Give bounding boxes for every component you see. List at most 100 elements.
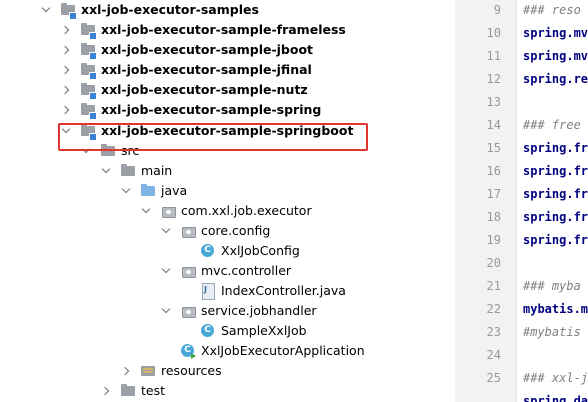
tree-item-label: IndexController.java	[221, 283, 346, 298]
line-number: 9	[493, 3, 501, 17]
package-icon	[180, 221, 196, 241]
line-number: 12	[486, 72, 501, 86]
folder-icon	[120, 161, 136, 181]
tree-item[interactable]: xxl-job-executor-sample-springboot	[0, 121, 455, 141]
chevron-down-icon[interactable]	[160, 261, 172, 281]
tree-item-label: xxl-job-executor-sample-jfinal	[101, 62, 312, 77]
chevron-down-icon[interactable]	[60, 121, 72, 141]
code-editor[interactable]: ### reso spring.mv spring.mv spring.re ### f…	[516, 0, 588, 402]
tree-item-label: com.xxl.job.executor	[181, 203, 312, 218]
tree-item[interactable]: IndexController.java	[0, 280, 455, 301]
tree-item-label: core.config	[201, 223, 271, 238]
tree-item[interactable]: resources	[0, 361, 455, 381]
tree-item-label: xxl-job-executor-sample-frameless	[101, 22, 346, 37]
tree-item[interactable]: mvc.controller	[0, 261, 455, 281]
tree-item[interactable]: xxl-job-executor-sample-jboot	[0, 40, 455, 60]
tree-item[interactable]: core.config	[0, 221, 455, 241]
class-icon: C	[200, 321, 216, 341]
chevron-down-icon[interactable]	[160, 221, 172, 241]
java-file-icon	[200, 280, 216, 301]
project-tree[interactable]: xxl-job-executor-samples xxl-job-executor…	[0, 0, 455, 402]
code-line[interactable]: ### free	[523, 115, 581, 135]
line-number: 20	[486, 256, 501, 270]
resources-folder-icon	[140, 361, 156, 381]
tree-item-label: test	[141, 383, 166, 398]
code-line[interactable]: spring.fr	[523, 138, 588, 158]
module-folder-icon	[80, 80, 97, 100]
chevron-down-icon[interactable]	[100, 161, 112, 181]
tree-item-label: xxl-job-executor-sample-spring	[101, 102, 322, 117]
tree-item-label: resources	[161, 363, 222, 378]
tree-item[interactable]: service.jobhandler	[0, 301, 455, 321]
tree-item-label: XxlJobExecutorApplication	[201, 343, 365, 358]
package-icon	[180, 301, 196, 321]
code-line[interactable]: ### xxl-j	[523, 368, 588, 388]
line-number: 25	[486, 371, 501, 385]
chevron-right-icon[interactable]	[60, 80, 72, 100]
tree-item[interactable]: C XxlJobExecutorApplication	[0, 341, 455, 361]
line-number: 13	[486, 95, 501, 109]
tree-item-label: xxl-job-executor-sample-nutz	[101, 82, 308, 97]
tree-item-label: SampleXxlJob	[221, 323, 307, 338]
code-line[interactable]: ### myba	[523, 276, 581, 296]
line-number: 14	[486, 118, 501, 132]
module-folder-icon	[80, 20, 97, 40]
chevron-right-icon[interactable]	[100, 381, 112, 401]
tree-item[interactable]: C SampleXxlJob	[0, 321, 455, 341]
chevron-right-icon[interactable]	[120, 361, 132, 381]
code-line[interactable]: spring.re	[523, 69, 588, 89]
tree-item-label: xxl-job-executor-sample-springboot	[101, 123, 354, 138]
code-line[interactable]: spring.mv	[523, 23, 588, 43]
source-folder-icon	[140, 181, 156, 201]
code-line[interactable]: #mybatis	[523, 322, 581, 342]
code-line[interactable]: spring.fr	[523, 161, 588, 181]
code-line[interactable]: spring.fr	[523, 207, 588, 227]
line-number: 23	[486, 325, 501, 339]
line-number: 11	[486, 49, 501, 63]
application-class-icon: C	[180, 341, 196, 361]
chevron-down-icon[interactable]	[140, 201, 152, 221]
module-folder-icon	[60, 0, 77, 20]
tree-item[interactable]: xxl-job-executor-samples	[0, 0, 455, 20]
module-folder-icon	[80, 100, 97, 120]
chevron-down-icon[interactable]	[160, 301, 172, 321]
tree-item-label: xxl-job-executor-samples	[81, 2, 259, 17]
line-number: 19	[486, 233, 501, 247]
tree-item[interactable]: java	[0, 181, 455, 201]
package-icon	[180, 261, 196, 281]
code-line[interactable]: spring.fr	[523, 184, 588, 204]
class-icon: C	[200, 241, 216, 261]
line-number: 16	[486, 164, 501, 178]
line-number: 17	[486, 187, 501, 201]
tree-item[interactable]: main	[0, 161, 455, 181]
tree-item[interactable]: C XxlJobConfig	[0, 241, 455, 261]
module-folder-icon	[80, 121, 97, 141]
tree-item-label: java	[161, 183, 188, 198]
package-icon	[160, 201, 176, 221]
code-line[interactable]: ### reso	[523, 0, 581, 20]
tree-item[interactable]: com.xxl.job.executor	[0, 201, 455, 221]
tree-item-label: mvc.controller	[201, 263, 292, 278]
chevron-right-icon[interactable]	[60, 100, 72, 120]
chevron-down-icon[interactable]	[40, 0, 52, 20]
tree-item[interactable]: xxl-job-executor-sample-frameless	[0, 20, 455, 40]
tree-item[interactable]: xxl-job-executor-sample-jfinal	[0, 60, 455, 80]
tree-item[interactable]: test	[0, 381, 455, 401]
chevron-right-icon[interactable]	[60, 20, 72, 40]
line-number: 22	[486, 302, 501, 316]
line-number: 10	[486, 26, 501, 40]
line-number: 21	[486, 279, 501, 293]
tree-item-label: XxlJobConfig	[221, 243, 300, 258]
code-line[interactable]: spring.da	[523, 391, 588, 402]
chevron-down-icon[interactable]	[80, 141, 92, 161]
tree-item[interactable]: src	[0, 141, 455, 161]
tree-item[interactable]: xxl-job-executor-sample-spring	[0, 100, 455, 120]
code-line[interactable]: spring.mv	[523, 46, 588, 66]
code-line[interactable]: mybatis.m	[523, 299, 588, 319]
code-line[interactable]: spring.fr	[523, 230, 588, 250]
chevron-right-icon[interactable]	[60, 40, 72, 60]
chevron-right-icon[interactable]	[60, 60, 72, 80]
line-number: 15	[486, 141, 501, 155]
chevron-down-icon[interactable]	[120, 181, 132, 201]
tree-item[interactable]: xxl-job-executor-sample-nutz	[0, 80, 455, 100]
